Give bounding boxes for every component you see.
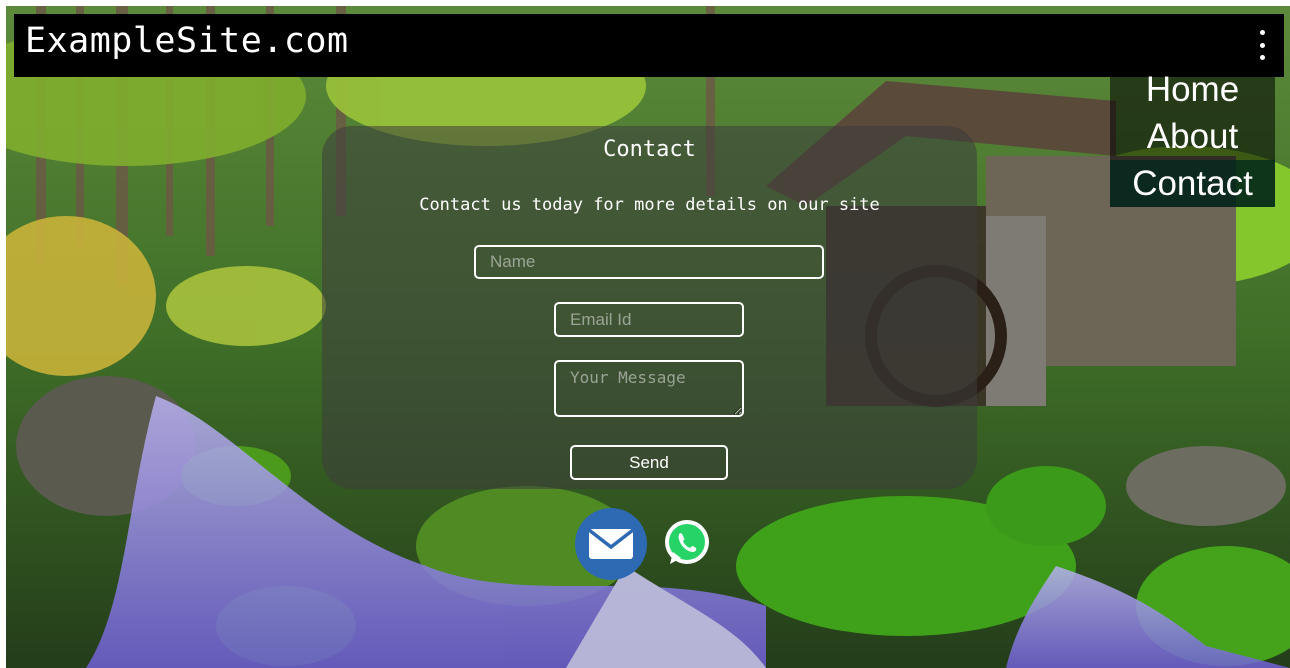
contact-title: Contact — [603, 137, 696, 162]
contact-subtitle: Contact us today for more details on our… — [419, 195, 880, 215]
nav-item-contact[interactable]: Contact — [1110, 160, 1275, 207]
envelope-icon[interactable] — [575, 508, 647, 580]
nav-item-home[interactable]: Home — [1110, 66, 1275, 113]
email-input[interactable] — [554, 302, 744, 337]
message-textarea[interactable] — [554, 360, 744, 417]
nav-item-about[interactable]: About — [1110, 113, 1275, 160]
nav-menu: Home About Contact — [1110, 66, 1275, 207]
send-button[interactable]: Send — [570, 445, 728, 480]
site-title[interactable]: ExampleSite.com — [25, 21, 349, 61]
header-bar: ExampleSite.com — [14, 14, 1284, 77]
whatsapp-icon[interactable] — [662, 518, 712, 568]
menu-dot — [1259, 42, 1265, 48]
more-vertical-icon[interactable] — [1252, 30, 1272, 60]
name-input[interactable] — [474, 245, 824, 279]
menu-dot — [1259, 30, 1265, 35]
contact-panel: Contact Contact us today for more detail… — [322, 126, 977, 489]
menu-dot — [1259, 55, 1265, 60]
